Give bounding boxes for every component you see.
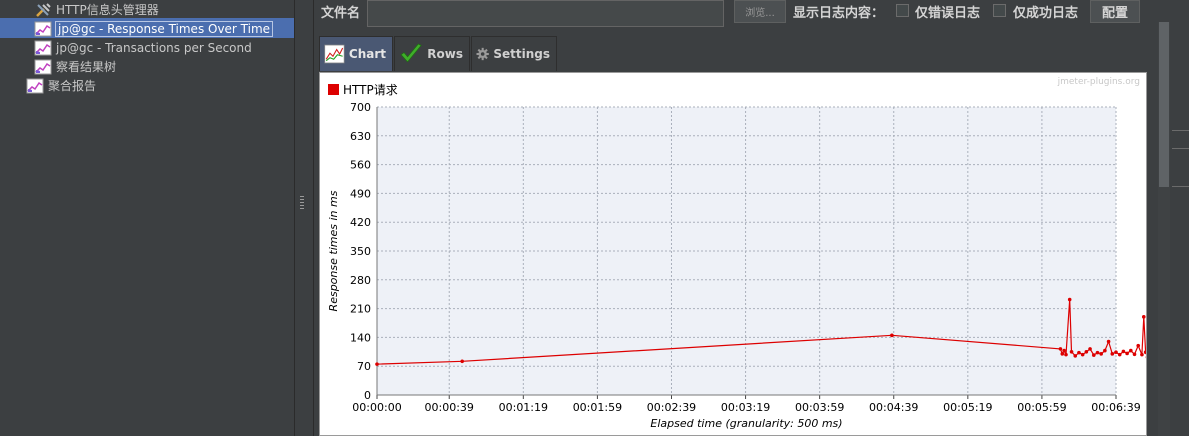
data-point [1073,354,1078,358]
watermark-label: jmeter-plugins.org [1057,77,1140,87]
legend-label: HTTP请求 [343,83,398,97]
legend-swatch [328,84,339,95]
data-point [1103,348,1107,353]
scrollbar-thumb[interactable] [1159,22,1169,187]
data-point [1136,343,1141,348]
y-tick-label: 210 [350,303,371,316]
x-tick-label: 00:05:19 [943,401,992,414]
data-point [1088,347,1092,351]
wrench-icon [36,2,51,17]
data-point [1077,350,1081,355]
line-chart-icon [324,44,345,64]
data-point [1062,348,1066,353]
y-axis-title: Response times in ms [327,190,340,311]
tree-item-label: HTTP信息头管理器 [56,3,159,17]
errors-only-checkbox[interactable] [896,4,909,17]
data-point [1067,297,1072,302]
data-point [1064,352,1068,357]
y-tick-label: 420 [350,216,371,229]
x-tick-label: 00:00:00 [352,401,401,414]
x-tick-label: 00:03:19 [721,401,770,414]
file-name-input[interactable] [367,0,724,27]
x-tick-label: 00:02:39 [647,401,696,414]
panel-splitter[interactable] [294,0,314,436]
file-name-label: 文件名 [321,6,361,21]
success-only-label: 仅成功日志 [1013,6,1079,21]
data-point [1121,349,1126,354]
y-tick-label: 700 [350,101,371,114]
right-edge-panel [1172,0,1189,436]
tree-item-http-header-manager[interactable]: HTTP信息头管理器 [34,0,159,19]
y-tick-label: 560 [350,159,371,172]
graph-icon [26,78,44,93]
y-tick-label: 140 [350,331,371,344]
configure-button[interactable]: 配置 [1090,0,1140,23]
splitter-grip-icon[interactable] [300,196,304,210]
x-axis-title: Elapsed time (granularity: 500 ms) [650,417,842,430]
tab-settings[interactable]: Settings [471,36,557,71]
data-point [375,362,379,366]
tree-item-view-results-tree[interactable]: 察看结果树 [34,57,116,76]
tree-item-label: 察看结果树 [56,60,117,74]
data-point [1143,350,1146,355]
data-point [1091,353,1096,357]
tree-item-aggregate-report[interactable]: 聚合报告 [26,76,96,95]
errors-only-label: 仅错误日志 [915,6,981,21]
chart-canvas: 07014021028035042049056063070000:00:00 00… [327,77,1146,430]
tab-label: Settings [493,47,550,61]
checkmark-icon [400,43,422,63]
x-tick-label: 00:05:59 [1017,401,1066,414]
tab-rows[interactable]: Rows [394,36,470,71]
tab-label: Rows [427,47,463,61]
y-tick-label: 280 [350,274,371,287]
y-tick-label: 70 [357,360,371,373]
data-point [1110,352,1115,356]
data-point [460,359,464,364]
data-point [1099,352,1103,356]
x-tick-label: 00:00:39 [425,401,474,414]
test-plan-tree: HTTP信息头管理器 jp@gc - Response Times Over T… [0,0,294,436]
data-point [890,333,894,338]
data-point [1106,339,1111,344]
data-point [1140,352,1144,357]
tree-item-response-times-over-time[interactable]: jp@gc - Response Times Over Time [34,19,274,38]
data-point [1132,352,1137,357]
x-tick-label: 00:01:59 [573,401,622,414]
data-point [1141,315,1146,319]
tree-item-label: 聚合报告 [48,79,97,93]
y-tick-label: 630 [350,130,371,143]
data-point [1114,350,1118,355]
data-point [1125,351,1129,356]
graph-icon [34,40,52,55]
data-point [1060,352,1065,356]
data-point [1095,350,1100,355]
browse-button[interactable]: 浏览... [734,0,786,23]
jmeter-window: HTTP信息头管理器 jp@gc - Response Times Over T… [0,0,1189,436]
data-point [1069,350,1074,354]
success-only-checkbox[interactable] [993,4,1006,17]
x-tick-label: 00:03:59 [795,401,844,414]
x-tick-label: 00:06:39 [1091,401,1140,414]
y-tick-label: 490 [350,187,371,200]
data-point [1080,352,1085,357]
vertical-scrollbar[interactable] [1158,22,1170,436]
graph-icon [34,59,52,74]
graph-icon [34,21,52,36]
tab-chart[interactable]: Chart [319,36,393,71]
tab-label: Chart [348,47,386,61]
response-times-chart: 0 70 140 210 280 350 420 490 560 630 700 00:00:00 00… [319,72,1147,436]
tree-item-label: jp@gc - Response Times Over Time [54,20,274,37]
data-point [1117,352,1122,357]
data-point [1058,347,1063,351]
listener-panel: 文件名 浏览... 显示日志内容： 仅错误日志 仅成功日志 配置 Chart R… [314,0,1189,436]
y-tick-label: 350 [350,245,371,258]
gear-icon [476,47,489,61]
x-tick-label: 00:01:19 [499,401,548,414]
data-point [1084,350,1089,354]
x-tick-label: 00:04:39 [869,401,918,414]
tree-item-label: jp@gc - Transactions per Second [56,40,252,55]
data-point [1129,348,1133,353]
log-display-label: 显示日志内容： [793,6,885,21]
tree-item-transactions-per-second[interactable]: jp@gc - Transactions per Second [34,38,252,57]
